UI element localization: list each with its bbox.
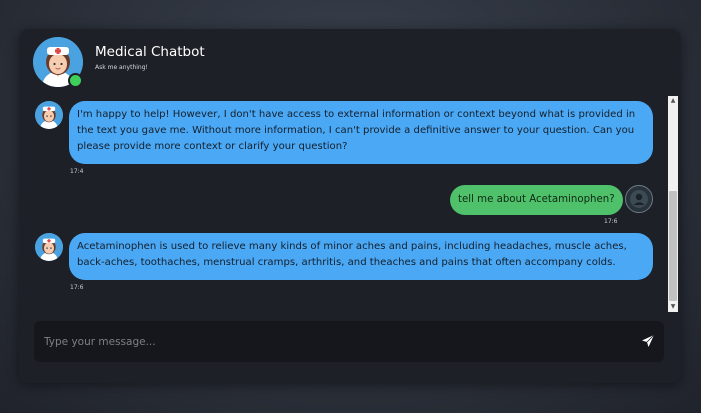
user-message-bubble: tell me about Acetaminophen? [450,185,623,215]
message-timestamp: 17:6 [604,218,618,225]
bot-message-avatar [35,101,63,129]
chat-window: Medical Chatbot Ask me anything! I'm hap… [19,29,681,383]
chat-subtitle: Ask me anything! [95,64,148,71]
message-timestamp: 17:4 [70,168,84,175]
user-avatar [625,185,653,213]
chat-title: Medical Chatbot [95,44,205,60]
message-list[interactable]: I'm happy to help! However, I don't have… [33,97,677,312]
nurse-avatar-icon [35,233,63,261]
user-avatar-icon [630,190,648,208]
bot-message-bubble: Acetaminophen is used to relieve many ki… [69,233,653,280]
scrollbar-thumb[interactable] [669,191,677,301]
message-timestamp: 17:6 [70,284,84,291]
online-status-indicator [68,73,83,88]
message-input[interactable] [42,331,616,353]
nurse-avatar-icon [35,101,63,129]
message-input-bar [34,321,664,362]
scroll-down-arrow-icon[interactable]: ▼ [669,303,677,311]
bot-message-bubble: I'm happy to help! However, I don't have… [69,101,653,164]
chat-header: Medical Chatbot Ask me anything! [33,37,653,97]
chat-scrollbar[interactable]: ▲ ▼ [668,96,678,312]
scroll-up-arrow-icon[interactable]: ▲ [669,97,677,105]
send-button[interactable] [640,333,656,349]
bot-message-avatar [35,233,63,261]
send-icon [642,334,655,347]
